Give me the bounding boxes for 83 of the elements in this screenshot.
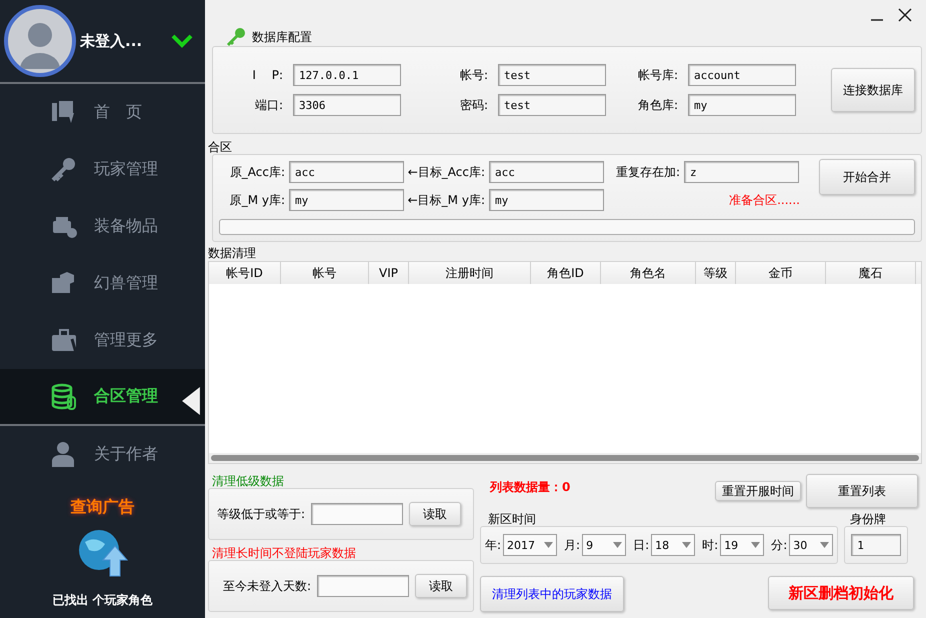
- input-field[interactable]: [311, 503, 404, 525]
- column-header[interactable]: 帐号ID: [209, 262, 281, 284]
- column-header[interactable]: 金币: [736, 262, 826, 284]
- dropdown[interactable]: 2017: [503, 534, 558, 556]
- field-label: 重复存在加:: [614, 164, 681, 180]
- field-label: 年:: [485, 536, 502, 554]
- connect-button[interactable]: 连接数据库: [831, 68, 915, 112]
- ad-title[interactable]: 查询广告: [0, 497, 205, 518]
- sidebar-item[interactable]: 装备物品: [0, 198, 205, 255]
- key-icon: [226, 27, 246, 47]
- column-header[interactable]: 注册时间: [409, 262, 531, 284]
- reset-list-button[interactable]: 重置列表: [806, 474, 918, 508]
- input-field[interactable]: 127.0.0.1: [293, 64, 401, 86]
- sidebar-icon: [50, 156, 78, 184]
- input-field[interactable]: my: [489, 189, 604, 211]
- caret-icon: [751, 542, 760, 548]
- field-label: 时:: [702, 536, 718, 554]
- field-label: 密码:: [458, 96, 489, 114]
- read-button[interactable]: 读取: [415, 574, 468, 598]
- input-field[interactable]: acc: [289, 161, 404, 183]
- sidebar-icon: [50, 382, 78, 410]
- group-title: 新区时间: [488, 512, 536, 526]
- field-label: 原_M y库:: [228, 192, 286, 208]
- column-header[interactable]: 角色ID: [531, 262, 601, 284]
- field-label: 原_Acc库:: [228, 164, 286, 180]
- dropdown[interactable]: 30: [789, 534, 834, 556]
- field-label: 帐号:: [458, 66, 489, 84]
- sidebar-item[interactable]: 玩家管理: [0, 141, 205, 198]
- globe-upload-icon[interactable]: [76, 528, 128, 578]
- caret-icon: [613, 542, 622, 548]
- input-field[interactable]: test: [498, 94, 606, 116]
- start-merge-button[interactable]: 开始合并: [819, 159, 915, 195]
- input-field[interactable]: acc: [489, 161, 604, 183]
- input-field[interactable]: test: [498, 64, 606, 86]
- group-title: 清理长时间不登陆玩家数据: [212, 546, 356, 560]
- field-label: 等级低于或等于:: [217, 506, 306, 522]
- field-label: 帐号库:: [636, 66, 679, 84]
- input-field[interactable]: 1: [851, 534, 902, 556]
- field-label: I P:: [251, 66, 284, 84]
- read-button[interactable]: 读取: [409, 502, 462, 526]
- chevron-down-icon[interactable]: [171, 34, 193, 48]
- column-header[interactable]: 角色名: [601, 262, 696, 284]
- input-field[interactable]: [317, 575, 410, 597]
- sidebar-item[interactable]: 幻兽管理: [0, 255, 205, 312]
- dropdown[interactable]: 18: [651, 534, 696, 556]
- sidebar-item[interactable]: 管理更多: [0, 312, 205, 369]
- close-icon[interactable]: [898, 8, 912, 22]
- input-field[interactable]: account: [688, 64, 796, 86]
- sidebar-item[interactable]: 合区管理: [0, 369, 205, 426]
- dropdown[interactable]: 9: [582, 534, 626, 556]
- input-field[interactable]: 3306: [293, 94, 401, 116]
- field-label: 角色库:: [636, 96, 679, 114]
- field-label: 端口:: [254, 96, 284, 114]
- field-label: ←目标_Acc库:: [406, 164, 486, 180]
- group-title: 身份牌: [850, 512, 886, 526]
- sidebar-item[interactable]: 首 页: [0, 84, 205, 141]
- column-header[interactable]: 帐号: [281, 262, 369, 284]
- column-header[interactable]: 等级: [696, 262, 736, 284]
- column-header[interactable]: VIP: [369, 262, 409, 284]
- status-text: 准备合区......: [728, 192, 800, 208]
- column-header[interactable]: 魔石: [826, 262, 916, 284]
- input-field[interactable]: my: [289, 189, 404, 211]
- caret-icon: [682, 542, 692, 548]
- field-label: 分:: [771, 536, 788, 554]
- user-name: 未登入...: [80, 32, 144, 50]
- list-count-text: 列表数据量：0: [488, 478, 572, 496]
- reset-time-button[interactable]: 重置开服时间: [715, 481, 801, 501]
- field-label: 月:: [564, 536, 580, 554]
- clear-list-button[interactable]: 清理列表中的玩家数据: [480, 576, 624, 612]
- input-field[interactable]: my: [688, 94, 796, 116]
- group-title: 清理低级数据: [212, 474, 284, 488]
- input-field[interactable]: z: [684, 161, 799, 183]
- group-title: 数据库配置: [252, 30, 312, 44]
- group-title: 合区: [208, 140, 232, 154]
- field-label: ←目标_M y库:: [406, 192, 486, 208]
- found-count-text: 已找出 个玩家角色: [51, 592, 154, 609]
- caret-icon: [544, 542, 554, 548]
- dropdown[interactable]: 19: [720, 534, 764, 556]
- field-label: 日:: [633, 536, 650, 554]
- sidebar-item[interactable]: 关于作者: [0, 426, 205, 483]
- field-label: 至今未登入天数:: [223, 578, 312, 594]
- caret-icon: [820, 542, 830, 548]
- group-title: 数据清理: [208, 246, 256, 260]
